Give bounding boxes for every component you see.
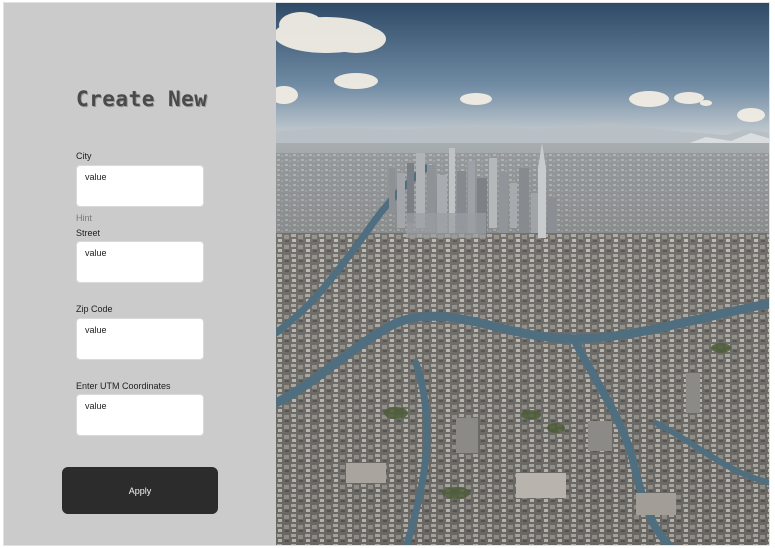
street-label: Street — [76, 228, 101, 238]
utm-coordinates-label: Enter UTM Coordinates — [76, 381, 171, 391]
zip-code-label: Zip Code — [76, 304, 113, 314]
city-label: City — [76, 151, 92, 161]
utm-coordinates-field[interactable]: value — [76, 394, 204, 436]
city-aerial-photo — [276, 3, 769, 545]
city-field[interactable]: value — [76, 165, 204, 207]
hint-text: Hint — [76, 213, 93, 223]
zip-code-field[interactable]: value — [76, 318, 204, 360]
page-title: Create New — [76, 87, 208, 111]
apply-button[interactable]: Apply — [62, 467, 218, 514]
app-frame: Create New City value Hint Street value … — [3, 2, 770, 546]
street-field[interactable]: value — [76, 241, 204, 283]
form-panel: Create New City value Hint Street value … — [4, 3, 276, 545]
